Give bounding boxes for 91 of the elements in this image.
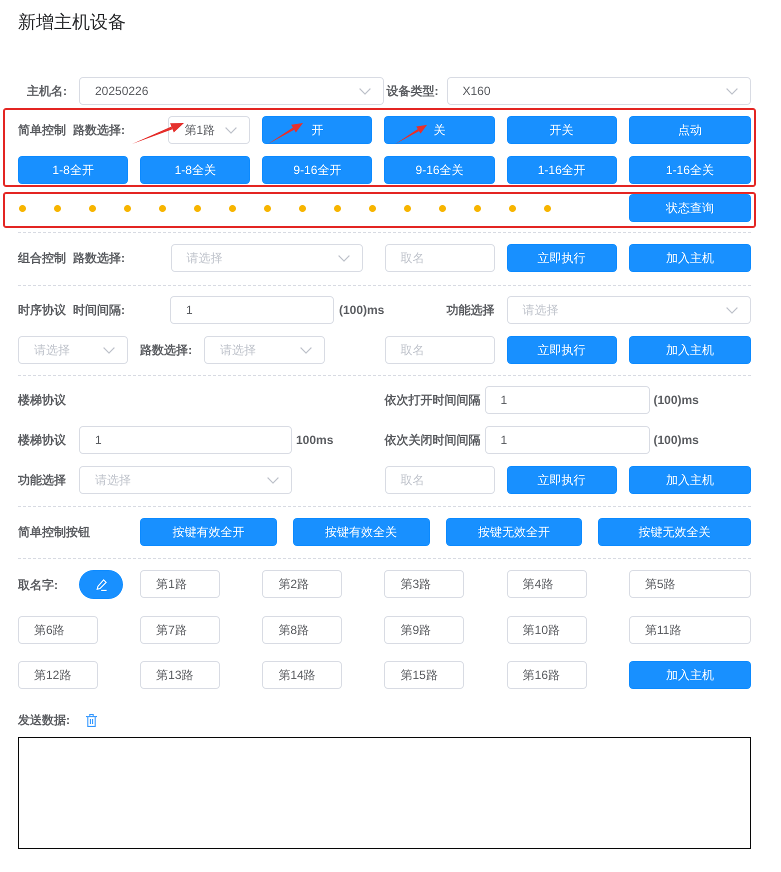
add-host-button[interactable]: 加入主机 — [628, 336, 751, 364]
add-host-button[interactable]: 加入主机 — [628, 466, 751, 494]
channel-name-field[interactable]: 第8路 — [262, 616, 342, 644]
off-button[interactable]: 关 — [384, 116, 495, 144]
channel-name-field[interactable]: 第13路 — [140, 661, 220, 689]
annotation-arrow — [395, 124, 428, 145]
caret-icon — [267, 476, 279, 484]
field-label: 楼梯协议 — [18, 432, 67, 448]
field-label: 功能选择 — [446, 302, 495, 318]
channel-name-field[interactable]: 第6路 — [18, 616, 98, 644]
range-button[interactable]: 1-16全开 — [506, 156, 617, 184]
annotation-arrow — [268, 122, 304, 145]
field-label: 时间间隔: — [73, 302, 125, 318]
pencil-icon — [96, 578, 106, 590]
page-title: 新增主机设备 — [18, 11, 127, 33]
function-select[interactable]: 请选择 — [506, 296, 751, 324]
send-data-field[interactable] — [18, 737, 751, 849]
channel-select[interactable]: 第1路 — [168, 116, 250, 144]
toggle-button[interactable]: 开关 — [506, 116, 617, 144]
caret-icon — [726, 88, 738, 94]
channel-name-field[interactable]: 第16路 — [506, 661, 587, 689]
add-host-button[interactable]: 加入主机 — [628, 244, 751, 272]
unit-label: (100)ms — [339, 302, 384, 318]
on-button[interactable]: 开 — [262, 116, 372, 144]
channel-name-field[interactable]: 第2路 — [262, 570, 342, 598]
key-control-button[interactable]: 按键无效全开 — [446, 518, 582, 546]
channel-name-field[interactable]: 第14路 — [262, 661, 342, 689]
channel-name-field[interactable]: 第7路 — [140, 616, 220, 644]
name-field[interactable]: 取名 — [384, 336, 495, 364]
trash-icon[interactable] — [86, 714, 97, 726]
field-label: 发送数据: — [18, 712, 70, 728]
stair-interval-field[interactable]: 1 — [79, 426, 292, 454]
channel-name-field[interactable]: 第3路 — [384, 570, 464, 598]
caret-icon — [358, 88, 370, 94]
field-label: 简单控制 — [18, 122, 66, 138]
unit-label: (100)ms — [654, 432, 699, 448]
channel-name-field[interactable]: 第10路 — [506, 616, 587, 644]
range-button[interactable]: 9-16全关 — [384, 156, 495, 184]
key-control-button[interactable]: 按键无效全关 — [598, 518, 751, 546]
channel-name-field[interactable]: 第5路 — [628, 570, 751, 598]
channel-name-field[interactable]: 第12路 — [18, 661, 98, 689]
channel-name-field[interactable]: 第1路 — [140, 570, 220, 598]
mode-select[interactable]: 请选择 — [18, 336, 128, 364]
field-label: 组合控制 — [18, 250, 66, 266]
key-control-button[interactable]: 按键有效全关 — [292, 518, 430, 546]
key-control-button[interactable]: 按键有效全开 — [140, 518, 277, 546]
caret-icon — [300, 346, 312, 354]
edit-button[interactable] — [79, 570, 123, 599]
interval-field[interactable]: 1 — [170, 296, 334, 324]
function-select[interactable]: 请选择 — [79, 466, 292, 494]
channel-name-field[interactable]: 第4路 — [506, 570, 587, 598]
execute-button[interactable]: 立即执行 — [506, 466, 617, 494]
field-label: 时序协议 — [18, 302, 66, 318]
execute-button[interactable]: 立即执行 — [506, 244, 617, 272]
caret-icon — [103, 346, 116, 354]
field-label: 依次打开时间间隔 — [384, 392, 482, 408]
channel-select[interactable]: 请选择 — [204, 336, 326, 364]
annotation-arrow — [132, 121, 184, 145]
field-label: 主机名: — [26, 83, 68, 99]
field-label: 依次关闭时间间隔 — [384, 432, 482, 448]
device-type-select[interactable]: X160 — [446, 77, 751, 105]
range-button[interactable]: 9-16全开 — [262, 156, 372, 184]
section-label: 楼梯协议 — [18, 392, 66, 408]
field-label: 功能选择 — [18, 472, 67, 488]
channel-name-field[interactable]: 第11路 — [628, 616, 751, 644]
add-host-button[interactable]: 加入主机 — [628, 661, 751, 689]
execute-button[interactable]: 立即执行 — [506, 336, 617, 364]
host-name-select[interactable]: 20250226 — [79, 77, 384, 105]
range-button[interactable]: 1-8全开 — [18, 156, 128, 184]
caret-icon — [726, 306, 738, 314]
field-label: 路数选择: — [140, 342, 194, 358]
unit-label: (100)ms — [654, 392, 699, 408]
close-interval-field[interactable]: 1 — [484, 426, 650, 454]
field-label: 设备类型: — [385, 83, 440, 99]
unit-label: 100ms — [296, 432, 334, 448]
name-field[interactable]: 取名 — [384, 244, 495, 272]
channel-name-field[interactable]: 第9路 — [384, 616, 464, 644]
field-label: 路数选择: — [73, 122, 125, 138]
channel-name-field[interactable]: 第15路 — [384, 661, 464, 689]
name-field[interactable]: 取名 — [384, 466, 495, 494]
field-label: 简单控制按钮 — [18, 524, 90, 540]
open-interval-field[interactable]: 1 — [484, 386, 650, 414]
range-button[interactable]: 1-8全关 — [140, 156, 250, 184]
channel-select[interactable]: 请选择 — [170, 244, 362, 272]
range-button[interactable]: 1-16全关 — [628, 156, 751, 184]
status-query-button[interactable]: 状态查询 — [629, 194, 751, 222]
field-label: 路数选择: — [73, 250, 125, 266]
field-label: 取名字: — [18, 576, 59, 592]
caret-icon — [338, 254, 350, 262]
caret-icon — [225, 126, 238, 134]
jog-button[interactable]: 点动 — [628, 116, 751, 144]
